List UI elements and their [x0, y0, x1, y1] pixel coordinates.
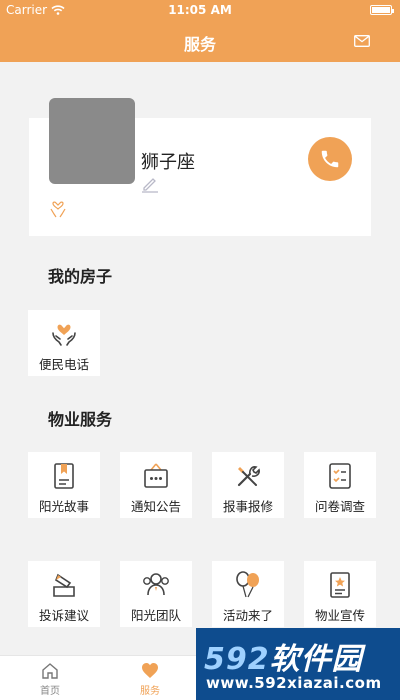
avatar[interactable]	[49, 98, 135, 184]
my-house-title: 我的房子	[48, 267, 113, 286]
tile-label: 阳光团队	[130, 608, 181, 623]
heart-hands-icon	[50, 201, 66, 218]
tile-complaint[interactable]: 投诉建议	[28, 561, 100, 627]
page-title: 服务	[183, 35, 216, 54]
notice-board-icon	[142, 462, 170, 490]
property-services-title: 物业服务	[48, 410, 113, 429]
tile-convenience-phone[interactable]: 便民电话	[28, 310, 100, 376]
pen-paper-icon	[50, 571, 78, 599]
watermark-brand-num: 592	[204, 642, 270, 677]
checklist-icon	[327, 462, 353, 490]
mail-icon[interactable]	[354, 35, 370, 47]
tile-label: 便民电话	[38, 357, 89, 372]
heart-hands-icon	[50, 320, 78, 348]
tile-activity[interactable]: 活动来了	[212, 561, 284, 627]
tile-label: 投诉建议	[38, 608, 89, 623]
team-icon	[141, 571, 171, 599]
clock: 11:05 AM	[168, 3, 232, 17]
tile-label: 物业宣传	[314, 608, 365, 623]
status-bar: Carrier 11:05 AM	[0, 0, 400, 20]
wrench-screwdriver-icon	[234, 462, 262, 490]
tile-survey[interactable]: 问卷调查	[304, 452, 376, 518]
watermark-url: www.592xiazai.com	[206, 674, 382, 692]
profile-card: 狮子座	[29, 98, 371, 236]
tile-sunshine-story[interactable]: 阳光故事	[28, 452, 100, 518]
home-icon	[42, 663, 58, 679]
tab-label: 首页	[40, 686, 60, 697]
nav-bar: 服务	[0, 20, 400, 62]
tile-label: 报事报修	[222, 499, 273, 514]
call-button[interactable]	[308, 137, 352, 181]
tile-notice[interactable]: 通知公告	[120, 452, 192, 518]
tile-team[interactable]: 阳光团队	[120, 561, 192, 627]
tile-repair[interactable]: 报事报修	[212, 452, 284, 518]
tile-publicity[interactable]: 物业宣传	[304, 561, 376, 627]
tab-label: 服务	[140, 686, 160, 697]
watermark: 592软件园 www.592xiazai.com	[196, 628, 400, 700]
battery-icon	[370, 5, 394, 15]
bookmark-doc-icon	[52, 462, 76, 490]
star-doc-icon	[328, 571, 352, 599]
tile-label: 阳光故事	[38, 499, 89, 514]
watermark-brand: 592软件园	[204, 634, 363, 678]
tile-label: 通知公告	[130, 499, 181, 514]
tab-home[interactable]: 首页	[20, 662, 80, 697]
edit-icon[interactable]	[141, 175, 159, 193]
tile-label: 问卷调查	[314, 499, 365, 514]
profile-name: 狮子座	[141, 152, 195, 173]
balloons-icon	[234, 571, 262, 599]
heart-icon	[142, 663, 158, 678]
phone-icon	[321, 150, 339, 168]
watermark-brand-text: 软件园	[269, 642, 363, 677]
tile-label: 活动来了	[222, 608, 273, 623]
tab-services[interactable]: 服务	[120, 662, 180, 697]
